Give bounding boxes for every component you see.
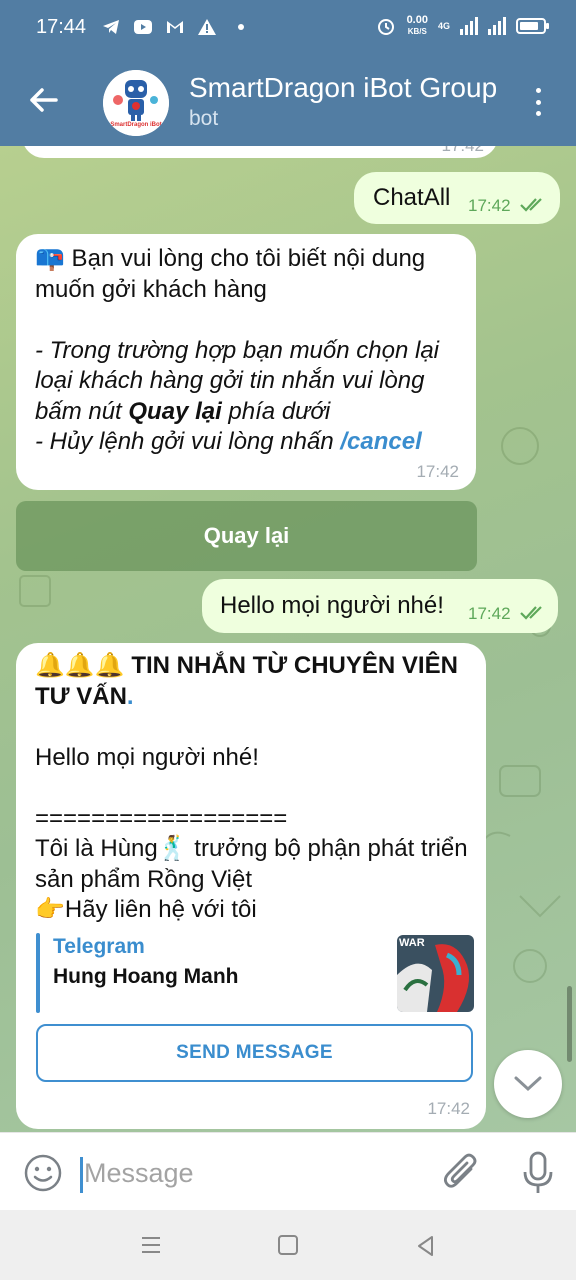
recent-apps-button[interactable] — [140, 1234, 162, 1256]
bot-avatar[interactable]: SmartDragon iBot — [103, 70, 169, 136]
outgoing-message[interactable]: Hello mọi người nhé! 17:42 — [202, 579, 558, 633]
cancel-command-link[interactable]: /cancel — [340, 428, 421, 455]
status-time: 17:44 — [36, 16, 87, 38]
message-time: 17:42 — [468, 196, 511, 215]
incoming-message[interactable]: 📪 Bạn vui lòng cho tôi biết nội dung muố… — [16, 234, 476, 490]
message-composer — [0, 1132, 576, 1210]
notification-icons — [100, 16, 244, 38]
telegram-icon — [100, 16, 122, 38]
system-icons: 0.00 KB/S 4G — [375, 14, 549, 37]
bell-emoji: 🔔🔔🔔 — [35, 652, 125, 679]
microphone-icon — [523, 1151, 553, 1193]
battery-icon — [516, 18, 549, 34]
thumbnail-text: WAR — [399, 937, 425, 949]
network-speed: 0.00 KB/S — [406, 14, 428, 37]
triangle-back-icon — [418, 1236, 433, 1256]
message-time: 17:42 — [416, 462, 459, 481]
smiley-icon — [24, 1154, 62, 1192]
chat-subtitle: bot — [189, 107, 219, 130]
scroll-down-button[interactable] — [494, 1050, 562, 1118]
chat-header: SmartDragon iBot SmartDragon iBot Group … — [0, 56, 576, 146]
battery-level — [520, 22, 538, 30]
network-type: 4G — [437, 21, 450, 31]
alarm-icon — [375, 15, 397, 37]
signal-icon — [488, 17, 506, 35]
send-message-button[interactable]: SEND MESSAGE — [36, 1024, 473, 1082]
pointing-emoji: 👉 — [35, 896, 65, 923]
avatar-logo-text: SmartDragon iBot — [110, 122, 162, 128]
message-text: ChatAll — [373, 184, 451, 211]
preview-site-name: Telegram — [53, 935, 145, 958]
dot-icon — [535, 111, 541, 116]
link-preview[interactable]: Telegram Hung Hoang Manh WAR — [36, 933, 476, 1013]
mailbox-emoji: 📪 — [35, 245, 65, 272]
message-time: 17:42 — [441, 146, 484, 156]
microphone-button[interactable] — [518, 1150, 558, 1196]
dot-icon — [238, 24, 244, 30]
more-menu-button[interactable] — [526, 84, 550, 120]
paperclip-icon — [444, 1153, 477, 1188]
status-bar: 17:44 0.00 KB/S 4G — [0, 0, 576, 56]
gmail-icon — [164, 16, 186, 38]
message-text: 🔔🔔🔔 TIN NHẮN TỪ CHUYÊN VIÊN TƯ VẤN. Hell… — [35, 652, 468, 923]
chevron-down-icon — [514, 1076, 542, 1092]
preview-accent-bar — [36, 933, 40, 1013]
system-back-button[interactable] — [414, 1234, 438, 1258]
message-time: 17:42 — [468, 604, 511, 623]
home-button[interactable] — [278, 1235, 298, 1255]
previous-message-bubble[interactable]: 17:42 — [22, 146, 498, 158]
emoji-button[interactable] — [22, 1152, 64, 1194]
message-time: 17:42 — [427, 1099, 470, 1118]
system-navigation-bar — [0, 1210, 576, 1280]
dancer-emoji: 🕺 — [157, 835, 188, 862]
message-input[interactable] — [84, 1151, 414, 1195]
incoming-message[interactable]: 🔔🔔🔔 TIN NHẮN TỪ CHUYÊN VIÊN TƯ VẤN. Hell… — [16, 643, 486, 1129]
scrollbar[interactable] — [567, 986, 572, 1062]
quay-lai-button[interactable]: Quay lại — [16, 501, 477, 571]
dot-icon — [535, 88, 541, 93]
chat-history[interactable]: 17:42 ChatAll 17:42 📪 Bạn vui lòng cho t… — [0, 146, 576, 1132]
warning-icon — [196, 16, 218, 38]
read-ticks-icon — [520, 606, 542, 620]
preview-thumbnail[interactable]: WAR — [397, 935, 474, 1012]
text-cursor — [80, 1157, 83, 1193]
message-text: 📪 Bạn vui lòng cho tôi biết nội dung muố… — [35, 245, 439, 455]
dot-icon — [535, 99, 541, 105]
message-text: Hello mọi người nhé! — [220, 592, 444, 619]
outgoing-message[interactable]: ChatAll 17:42 — [354, 172, 560, 224]
attach-button[interactable] — [441, 1151, 481, 1195]
chat-title[interactable]: SmartDragon iBot Group — [189, 72, 503, 104]
back-arrow-icon — [30, 88, 58, 112]
signal-icon — [460, 17, 478, 35]
preview-title: Hung Hoang Manh — [53, 965, 239, 988]
youtube-icon — [132, 16, 154, 38]
back-button[interactable] — [26, 82, 62, 118]
read-ticks-icon — [520, 198, 542, 212]
menu-lines-icon — [142, 1237, 160, 1253]
